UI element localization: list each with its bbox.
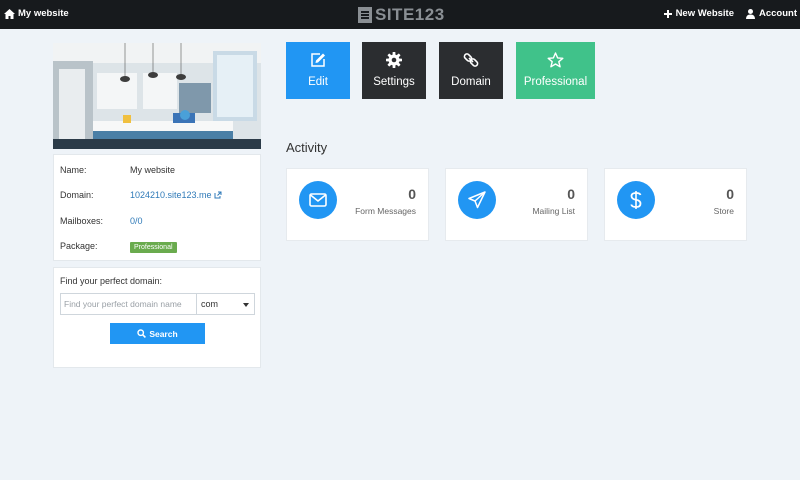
package-badge[interactable]: Professional [130,242,177,253]
name-value: My website [130,165,176,175]
domain-search-input[interactable] [60,293,197,315]
store-count: 0 [726,186,734,202]
form-messages-icon-circle [299,181,337,219]
domain-link[interactable]: 1024210.site123.me [130,190,222,200]
my-website-link[interactable]: My website [4,8,69,19]
envelope-icon [309,193,327,207]
store-card[interactable]: 0 Store [604,168,747,241]
mailboxes-value[interactable]: 0/0 [130,216,143,226]
tld-selected-value: com [201,299,219,309]
search-button[interactable]: Search [110,323,205,344]
search-icon [137,329,147,338]
site123-logo-mark-icon [358,7,372,23]
my-website-label: My website [18,8,69,19]
dollar-icon [630,191,642,209]
external-link-icon [214,191,222,199]
account-label: Account [759,8,797,19]
tld-select[interactable]: com [197,293,255,315]
store-icon-circle [617,181,655,219]
account-button[interactable]: Account [746,8,797,19]
domain-tile-label: Domain [451,76,491,88]
form-messages-count: 0 [408,186,416,202]
site-info-panel: Name: My website Domain: 1024210.site123… [53,154,261,261]
edit-icon [311,53,325,67]
name-label: Name: [60,165,87,175]
kitchen-photo [53,43,261,149]
settings-label: Settings [373,76,415,88]
package-label: Package: [60,241,98,251]
paper-plane-icon [468,191,486,209]
domain-button[interactable]: Domain [439,42,503,99]
home-icon [4,8,15,19]
edit-button[interactable]: Edit [286,42,350,99]
activity-title: Activity [286,140,328,155]
mailing-list-count: 0 [567,186,575,202]
form-messages-card[interactable]: 0 Form Messages [286,168,429,241]
chevron-down-icon [243,303,249,307]
site123-logo[interactable]: SITE123 [358,5,445,25]
domain-label: Domain: [60,190,94,200]
domain-search-title: Find your perfect domain: [60,276,163,286]
link-icon [463,53,479,67]
mailboxes-label: Mailboxes: [60,216,104,226]
website-preview-image[interactable] [53,43,261,149]
settings-button[interactable]: Settings [362,42,426,99]
gear-icon [386,52,402,68]
logo-text: SITE123 [375,5,445,24]
mailing-list-icon-circle [458,181,496,219]
professional-label: Professional [523,76,588,88]
edit-label: Edit [308,76,328,88]
domain-value: 1024210.site123.me [130,190,212,200]
new-website-button[interactable]: New Website [663,8,734,19]
search-label: Search [149,328,178,339]
mailing-list-card[interactable]: 0 Mailing List [445,168,588,241]
mailing-list-label: Mailing List [532,206,575,216]
new-website-label: New Website [675,8,734,19]
star-icon [547,52,564,68]
form-messages-label: Form Messages [355,206,416,216]
user-icon [746,8,755,19]
professional-button[interactable]: Professional [516,42,595,99]
plus-icon [663,9,672,18]
domain-search-panel: Find your perfect domain: com Search [53,267,261,368]
store-label: Store [713,206,734,216]
top-bar: My website SITE123 New Website Account [0,0,800,29]
